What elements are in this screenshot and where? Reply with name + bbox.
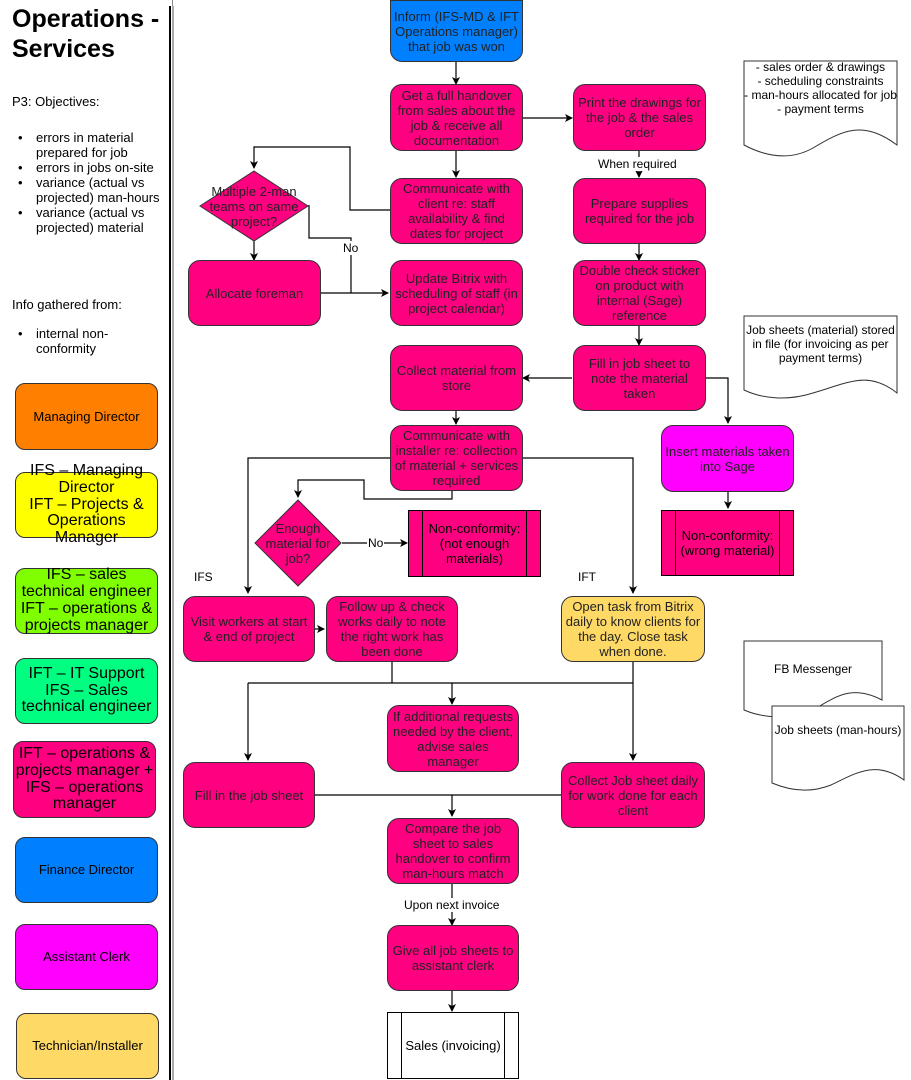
node-compare-job-sheet[interactable]: Compare the job sheet to sales handover … (387, 818, 519, 884)
node-fill-job-sheet-material[interactable]: Fill in job sheet to note the material t… (573, 345, 706, 411)
document-label: FB Messenger (773, 662, 853, 676)
node-label: Get a full handover from sales about the… (397, 87, 516, 148)
node-label: Insert materials taken into Sage (665, 443, 790, 474)
node-label: Print the drawings for the job & the sal… (578, 95, 701, 140)
node-allocate-foreman[interactable]: Allocate foreman (188, 260, 321, 326)
edge-label-no: No (342, 241, 360, 255)
node-label: Collect Job sheet daily for work done fo… (567, 772, 699, 818)
node-nonconformity-wrong-material[interactable]: Non-conformity: (wrong material) (661, 510, 794, 576)
node-prepare-supplies[interactable]: Prepare supplies required for the job (573, 178, 706, 244)
decision-enough-material[interactable]: Enough material for job? (254, 499, 342, 587)
lane-label-ift: IFT (578, 570, 596, 584)
node-label: Sales (invoicing) (405, 1038, 501, 1053)
node-inform[interactable]: Inform (IFS-MD & IFT Operations manager)… (390, 0, 523, 62)
node-label: Update Bitrix with scheduling of staff (… (395, 270, 518, 316)
node-label: Non-conformity: (wrong material) (680, 528, 775, 558)
node-label: Communicate with client re: staff availa… (403, 181, 510, 241)
node-label: Communicate with installer re: collectio… (394, 428, 519, 488)
node-update-bitrix[interactable]: Update Bitrix with scheduling of staff (… (390, 260, 523, 326)
node-label: Fill in job sheet to note the material t… (588, 355, 691, 401)
lane-label-ifs: IFS (194, 570, 213, 584)
node-print-drawings[interactable]: Print the drawings for the job & the sal… (573, 84, 706, 151)
node-label: If additional requests needed by the cli… (393, 708, 513, 769)
edge-label-when-required: When required (597, 157, 678, 171)
document-label: Job sheets (material) stored in file (fo… (746, 323, 895, 365)
node-sales-invoicing[interactable]: Sales (invoicing) (387, 1012, 519, 1079)
node-communicate-client[interactable]: Communicate with client re: staff availa… (390, 178, 523, 244)
document-job-sheets-manhours: Job sheets (man-hours) (771, 705, 905, 795)
document-job-sheets-material: Job sheets (material) stored in file (fo… (743, 315, 898, 400)
node-label: Compare the job sheet to sales handover … (395, 821, 511, 881)
decision-label: Multiple 2-man teams on same project? (209, 183, 299, 229)
node-label: Open task from Bitrix daily to know clie… (565, 599, 701, 659)
document-handover-docs: - sales order & drawings - scheduling co… (743, 60, 898, 160)
node-label: Collect material from store (396, 363, 517, 393)
decision-label: Enough material for job? (265, 520, 331, 566)
node-label: Non-conformity: (not enough materials) (428, 521, 521, 566)
node-give-job-sheets[interactable]: Give all job sheets to assistant clerk (387, 925, 519, 991)
node-label: Allocate foreman (205, 285, 304, 301)
node-label: Visit workers at start & end of project (190, 614, 308, 644)
node-insert-sage[interactable]: Insert materials taken into Sage (661, 425, 794, 492)
node-label: Double check sticker on product with int… (579, 263, 700, 323)
node-collect-job-sheet[interactable]: Collect Job sheet daily for work done fo… (561, 762, 705, 828)
node-nonconformity-not-enough[interactable]: Non-conformity: (not enough materials) (408, 510, 541, 577)
node-collect-material[interactable]: Collect material from store (390, 345, 523, 411)
node-visit-workers[interactable]: Visit workers at start & end of project (183, 596, 315, 662)
node-fill-job-sheet[interactable]: Fill in the job sheet (183, 762, 315, 828)
document-label: Job sheets (man-hours) (774, 723, 902, 737)
node-communicate-installer[interactable]: Communicate with installer re: collectio… (390, 425, 523, 491)
node-follow-up[interactable]: Follow up & check works daily to note th… (326, 596, 458, 662)
edge-label-no: No (367, 536, 385, 550)
node-label: Inform (IFS-MD & IFT Operations manager)… (394, 8, 519, 54)
node-label: Fill in the job sheet (194, 787, 304, 803)
decision-multiple-teams[interactable]: Multiple 2-man teams on same project? (199, 170, 309, 242)
node-label: Follow up & check works daily to note th… (338, 599, 446, 659)
document-label: - sales order & drawings - scheduling co… (744, 60, 897, 116)
document-shape (771, 705, 905, 791)
node-label: Give all job sheets to assistant clerk (392, 943, 514, 973)
node-handover[interactable]: Get a full handover from sales about the… (390, 84, 523, 151)
node-additional-requests[interactable]: If additional requests needed by the cli… (387, 705, 519, 772)
edge-label-upon-next-invoice: Upon next invoice (403, 898, 501, 912)
edge-fillsheet-insert (706, 377, 732, 424)
node-open-task-bitrix[interactable]: Open task from Bitrix daily to know clie… (561, 596, 705, 662)
node-double-check[interactable]: Double check sticker on product with int… (573, 260, 706, 326)
node-label: Prepare supplies required for the job (584, 196, 695, 226)
